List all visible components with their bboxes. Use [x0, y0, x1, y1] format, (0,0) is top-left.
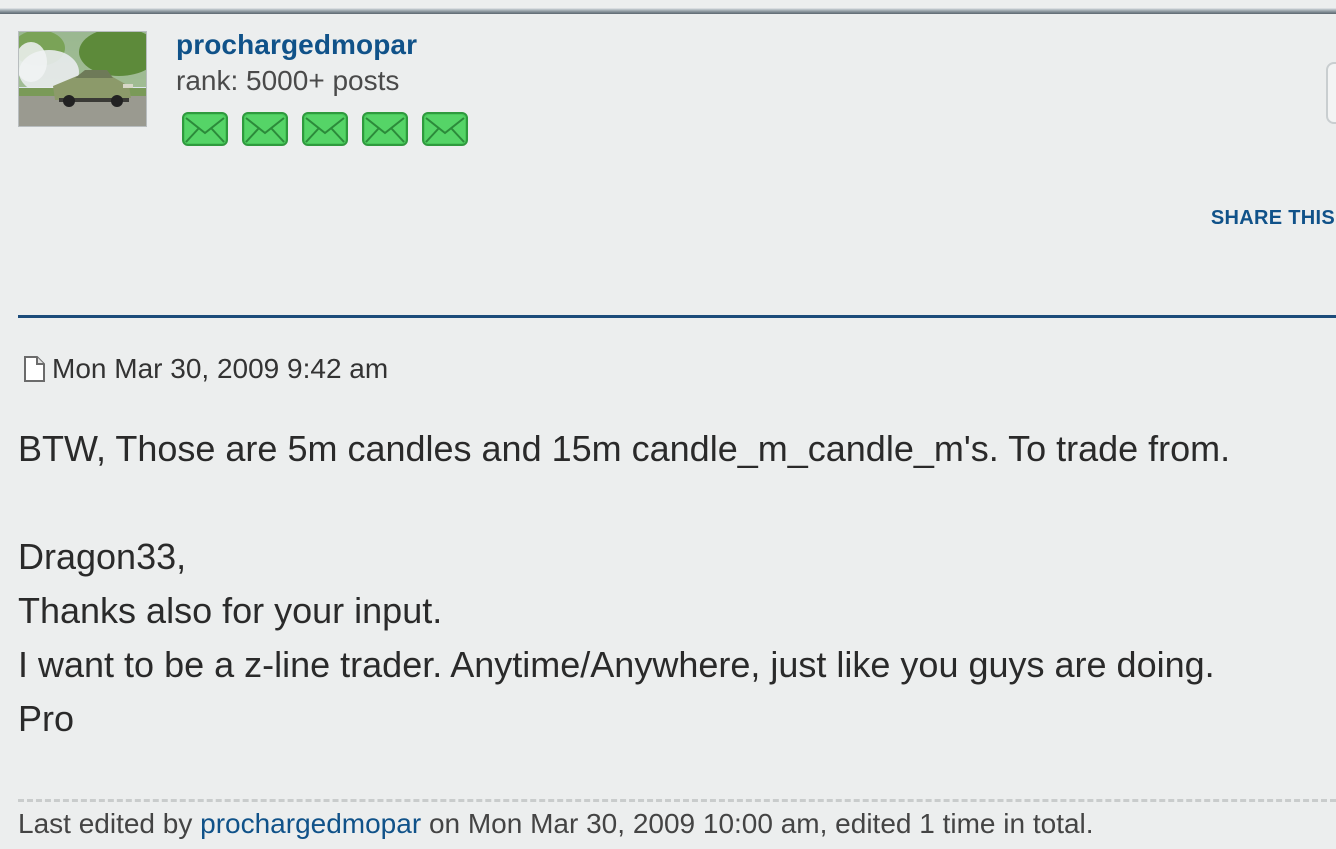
post-line: Dragon33,	[18, 536, 187, 577]
edit-notice-suffix: on Mon Mar 30, 2009 10:00 am, edited 1 t…	[428, 808, 1094, 839]
post-line: Thanks also for your input.	[18, 590, 443, 631]
avatar-image	[19, 32, 146, 126]
post-date-row: Mon Mar 30, 2009 9:42 am	[22, 352, 388, 386]
notice-divider	[18, 799, 1336, 802]
envelope-icon	[302, 112, 348, 146]
edit-notice: Last edited by prochargedmopar on Mon Ma…	[18, 806, 1094, 842]
top-border	[0, 0, 1336, 14]
author-rank: rank: 5000+ posts	[176, 65, 400, 96]
edit-notice-prefix: Last edited by	[18, 808, 193, 839]
post-content: BTW, Those are 5m candles and 15m candle…	[18, 422, 1336, 746]
author-username-link[interactable]: prochargedmopar	[176, 28, 417, 62]
post-line: Pro	[18, 698, 75, 739]
avatar[interactable]	[18, 31, 147, 127]
envelope-icon	[422, 112, 468, 146]
envelope-icon	[182, 112, 228, 146]
share-this-link[interactable]: SHARE THIS	[1211, 205, 1335, 231]
post-line	[18, 476, 1336, 530]
rank-icons	[180, 110, 470, 148]
edit-notice-user-link[interactable]: prochargedmopar	[200, 808, 421, 839]
post-date: Mon Mar 30, 2009 9:42 am	[52, 353, 389, 384]
post-separator	[18, 315, 1336, 318]
post-file-icon[interactable]	[22, 353, 48, 385]
side-menu-tab[interactable]	[1326, 62, 1336, 124]
envelope-icon	[242, 112, 288, 146]
post-line: BTW, Those are 5m candles and 15m candle…	[18, 428, 1231, 469]
envelope-icon	[362, 112, 408, 146]
post-line: I want to be a z-line trader. Anytime/An…	[18, 644, 1215, 685]
